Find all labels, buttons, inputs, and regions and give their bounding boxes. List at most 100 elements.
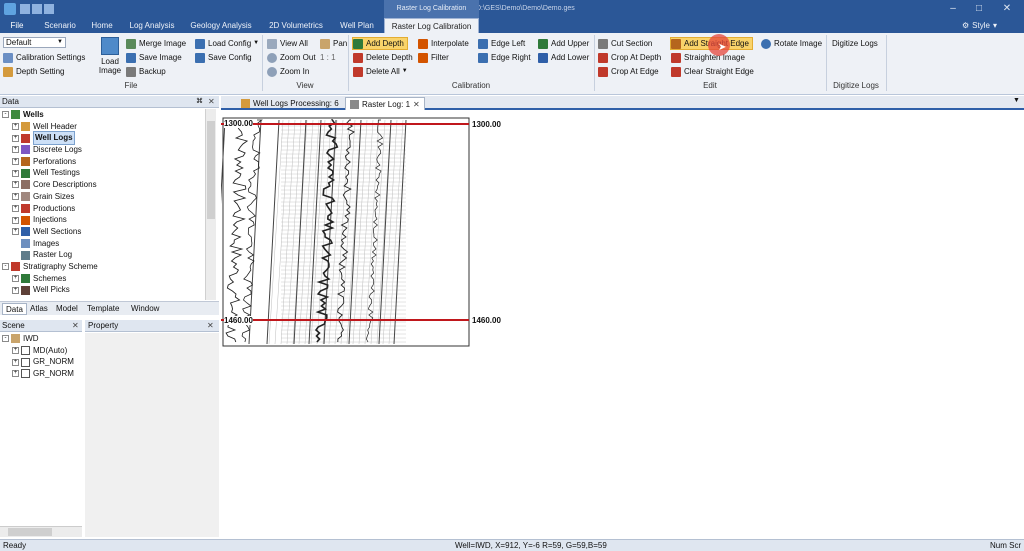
scrollbar-thumb[interactable]	[207, 121, 215, 219]
digitize-logs-button[interactable]: Digitize Logs	[832, 37, 878, 50]
expand-icon[interactable]: +	[12, 193, 19, 201]
tab-template[interactable]: Template	[84, 303, 122, 315]
checkbox-icon[interactable]	[11, 334, 20, 344]
pan-button[interactable]: Pan	[320, 37, 347, 50]
backup-button[interactable]: Backup	[126, 65, 166, 78]
tree-item[interactable]: - Stratigraphy Scheme	[0, 261, 217, 273]
tab-raster-log[interactable]: Raster Log: 1 ✕	[345, 97, 425, 110]
close-icon[interactable]: ✕	[72, 320, 79, 332]
add-depth-button[interactable]: Add Depth	[352, 37, 408, 50]
tab-home[interactable]: Home	[87, 18, 117, 33]
tab-well-logs-processing[interactable]: Well Logs Processing: 6	[237, 97, 343, 110]
tree-item-label: Raster Log	[33, 250, 73, 260]
tab-model[interactable]: Model	[53, 303, 81, 315]
save-config-button[interactable]: Save Config	[195, 51, 252, 64]
scene-item[interactable]: + GR_NORM	[0, 356, 82, 368]
maximize-button[interactable]: □	[965, 0, 993, 18]
tree-item[interactable]: + Core Descriptions	[0, 179, 217, 191]
zoom-out-button[interactable]: Zoom Out	[267, 51, 316, 64]
tab-well-plan[interactable]: Well Plan	[336, 18, 378, 33]
checkbox-icon[interactable]	[21, 357, 30, 367]
expand-icon[interactable]: +	[12, 204, 19, 212]
expand-icon[interactable]: +	[12, 286, 19, 294]
tree-item[interactable]: +Raster Log	[0, 249, 217, 261]
minimize-button[interactable]: –	[939, 0, 967, 18]
tree-item[interactable]: - Wells	[0, 109, 217, 121]
edge-right-button[interactable]: Edge Right	[478, 51, 531, 64]
calibration-settings-button[interactable]: Calibration Settings	[3, 51, 85, 64]
rotate-image-button[interactable]: Rotate Image	[761, 37, 822, 50]
add-upper-button[interactable]: Add Upper	[538, 37, 589, 50]
crop-at-depth-button[interactable]: Crop At Depth	[598, 51, 661, 64]
expand-icon[interactable]: +	[12, 158, 19, 166]
checkbox-icon[interactable]	[21, 369, 30, 379]
expand-icon[interactable]: +	[12, 228, 19, 236]
straighten-image-button[interactable]: Straighten Image	[671, 51, 745, 64]
tab-scenario[interactable]: Scenario	[38, 18, 82, 33]
calibration-preset-select[interactable]: Default ▼	[3, 37, 66, 48]
add-lower-button[interactable]: Add Lower	[538, 51, 589, 64]
scrollbar-thumb[interactable]	[8, 528, 52, 536]
tab-geology-analysis[interactable]: Geology Analysis	[186, 18, 256, 33]
tree-item[interactable]: + Injections	[0, 214, 217, 226]
expand-icon[interactable]: +	[12, 181, 19, 189]
tab-data[interactable]: Data	[2, 303, 27, 315]
tree-item[interactable]: + Discrete Logs	[0, 144, 217, 156]
expand-icon[interactable]: +	[12, 146, 19, 154]
tree-item[interactable]: + Well Logs	[0, 131, 217, 146]
tree-item[interactable]: + Well Testings	[0, 167, 217, 179]
tab-log-analysis[interactable]: Log Analysis	[125, 18, 179, 33]
crop-at-edge-button[interactable]: Crop At Edge	[598, 65, 659, 78]
load-image-button[interactable]: Load Image	[96, 37, 124, 79]
raster-canvas[interactable]: 1300.00 1300.00 1460.00 1460.00	[221, 112, 1024, 539]
zoom-in-button[interactable]: Zoom In	[267, 65, 309, 78]
expand-icon[interactable]: +	[12, 216, 19, 224]
expand-icon[interactable]: +	[12, 274, 19, 282]
filter-button[interactable]: Filter	[418, 51, 449, 64]
load-config-button[interactable]: Load Config ▼	[195, 37, 259, 50]
expand-icon[interactable]: +	[12, 169, 19, 177]
tree-item[interactable]: + Well Sections	[0, 226, 217, 238]
tab-2d-volumetrics[interactable]: 2D Volumetrics	[263, 18, 329, 33]
scene-scrollbar[interactable]	[0, 526, 82, 537]
delete-all-button[interactable]: Delete All ▼	[353, 65, 408, 78]
tab-window[interactable]: Window	[128, 303, 162, 315]
style-menu[interactable]: ⚙ Style ▾	[962, 18, 997, 33]
tree-item[interactable]: + Productions	[0, 203, 217, 215]
scene-item[interactable]: + MD(Auto)	[0, 345, 82, 357]
close-icon[interactable]: ✕	[208, 96, 215, 108]
tab-file[interactable]: File	[0, 18, 34, 33]
tree-item[interactable]: + Well Picks	[0, 284, 217, 296]
checkbox-icon[interactable]	[21, 346, 30, 356]
edge-left-button[interactable]: Edge Left	[478, 37, 525, 50]
tab-atlas[interactable]: Atlas	[27, 303, 51, 315]
tree-item[interactable]: + Grain Sizes	[0, 191, 217, 203]
close-icon[interactable]: ✕	[207, 320, 214, 332]
tree-item[interactable]: + Perforations	[0, 156, 217, 168]
expand-icon[interactable]: -	[2, 263, 9, 271]
scene-item[interactable]: - IWD	[0, 333, 82, 345]
delete-depth-button[interactable]: Delete Depth	[353, 51, 413, 64]
pin-icon[interactable]: ⌘	[196, 96, 203, 108]
depth-setting-button[interactable]: Depth Setting	[3, 65, 64, 78]
raster-log-view[interactable]	[221, 112, 1024, 539]
data-tree-scrollbar[interactable]	[205, 109, 216, 300]
save-image-button[interactable]: Save Image	[126, 51, 182, 64]
view-all-button[interactable]: View All	[267, 37, 308, 50]
expand-icon[interactable]: -	[2, 111, 9, 119]
tree-item[interactable]: +Images	[0, 238, 217, 250]
tree-item[interactable]: + Schemes	[0, 273, 217, 285]
quick-access-toolbar[interactable]	[20, 4, 80, 14]
close-button[interactable]: ✕	[993, 0, 1021, 18]
scene-item[interactable]: + GR_NORM	[0, 368, 82, 380]
cut-section-button[interactable]: Cut Section	[598, 37, 652, 50]
clear-straight-edge-button[interactable]: Clear Straight Edge	[671, 65, 754, 78]
interpolate-button[interactable]: Interpolate	[418, 37, 469, 50]
tab-list-dropdown[interactable]: ▼	[1013, 97, 1020, 104]
merge-image-button[interactable]: Merge Image	[126, 37, 186, 50]
expand-icon[interactable]: +	[12, 123, 19, 131]
tab-raster-log-calibration[interactable]: Raster Log Calibration	[384, 18, 479, 33]
settings-icon	[3, 52, 13, 63]
expand-icon[interactable]: +	[12, 134, 19, 142]
close-icon[interactable]: ✕	[413, 98, 420, 111]
